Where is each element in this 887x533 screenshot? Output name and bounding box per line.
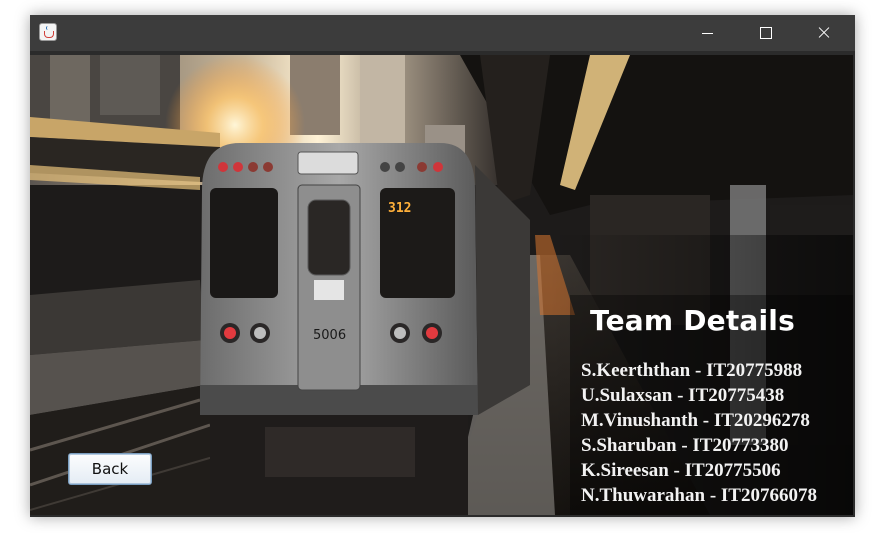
train-route-number: 312 <box>388 201 411 216</box>
content-panel: 312 5006 Team Details S.Keerththan - IT2… <box>30 55 853 515</box>
train-car-number: 5006 <box>313 328 346 343</box>
team-member-list: S.Keerththan - IT20775988 U.Sulaxsan - I… <box>581 358 853 508</box>
list-item: K.Sireesan - IT20775506 <box>581 460 781 481</box>
list-item: N.Thuwarahan - IT20766078 <box>581 485 817 506</box>
list-item: M.Vinushanth - IT20296278 <box>581 410 810 431</box>
title-bar[interactable] <box>30 15 855 51</box>
java-app-icon <box>39 23 57 41</box>
page-title: Team Details <box>590 304 795 337</box>
minimize-button[interactable] <box>678 15 736 51</box>
app-window: 312 5006 Team Details S.Keerththan - IT2… <box>30 15 855 517</box>
list-item: S.Sharuban - IT20773380 <box>581 435 789 456</box>
back-button[interactable]: Back <box>68 453 152 485</box>
list-item: U.Sulaxsan - IT20775438 <box>581 385 785 406</box>
maximize-button[interactable] <box>736 15 794 51</box>
close-button[interactable] <box>794 15 855 51</box>
list-item: S.Keerththan - IT20775988 <box>581 360 803 381</box>
